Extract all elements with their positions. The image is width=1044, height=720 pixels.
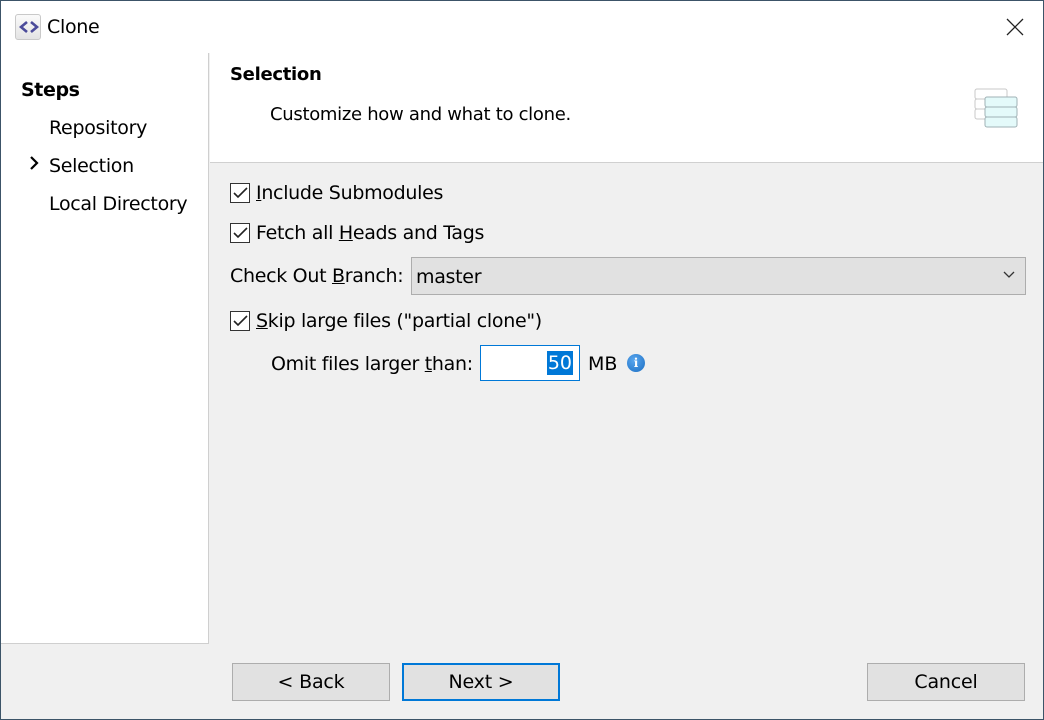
include-submodules-checkbox[interactable]: Include Submodules	[230, 181, 443, 205]
checkout-branch-label: Check Out Branch:	[230, 265, 404, 287]
size-unit-label: MB	[588, 353, 618, 375]
stacked-branches-icon	[974, 88, 1018, 128]
clone-dialog: Clone Steps Repository Selection Local D…	[0, 0, 1044, 720]
close-button[interactable]	[997, 9, 1033, 45]
steps-title: Steps	[21, 79, 80, 101]
skip-large-files-checkbox[interactable]: Skip large files ("partial clone")	[230, 309, 542, 333]
omit-files-label: Omit files larger than:	[271, 353, 473, 375]
checkmark-icon	[233, 187, 248, 199]
cancel-button[interactable]: Cancel	[867, 663, 1025, 701]
fetch-all-heads-tags-checkbox[interactable]: Fetch all Heads and Tags	[230, 221, 484, 245]
window-title: Clone	[47, 16, 100, 38]
checkmark-icon	[233, 315, 248, 327]
checkbox-box[interactable]	[230, 311, 250, 331]
branch-value: master	[416, 266, 482, 288]
chevron-down-icon	[1003, 271, 1015, 278]
include-submodules-label: Include Submodules	[256, 182, 444, 204]
page-description: Customize how and what to clone.	[270, 104, 571, 125]
fetch-all-label: Fetch all Heads and Tags	[256, 222, 485, 244]
checkbox-box[interactable]	[230, 223, 250, 243]
info-icon[interactable]: i	[627, 354, 645, 372]
checkout-branch-select[interactable]: master	[411, 257, 1026, 295]
size-value-selected: 50	[546, 351, 573, 375]
step-selection: Selection	[49, 155, 134, 177]
chevron-right-icon	[30, 156, 39, 170]
back-button[interactable]: < Back	[232, 663, 390, 701]
step-local-directory: Local Directory	[49, 193, 188, 215]
checkmark-icon	[233, 227, 248, 239]
skip-large-files-label: Skip large files ("partial clone")	[256, 310, 542, 332]
next-button[interactable]: Next >	[402, 663, 560, 701]
page-header: Selection Customize how and what to clon…	[210, 53, 1043, 163]
steps-sidebar: Steps Repository Selection Local Directo…	[1, 53, 209, 644]
close-icon	[1006, 18, 1024, 36]
page-title: Selection	[230, 64, 322, 85]
title-bar: Clone	[1, 1, 1043, 53]
max-file-size-input[interactable]: 50	[480, 345, 580, 381]
step-repository: Repository	[49, 117, 148, 139]
code-brackets-icon	[15, 14, 41, 40]
checkbox-box[interactable]	[230, 183, 250, 203]
